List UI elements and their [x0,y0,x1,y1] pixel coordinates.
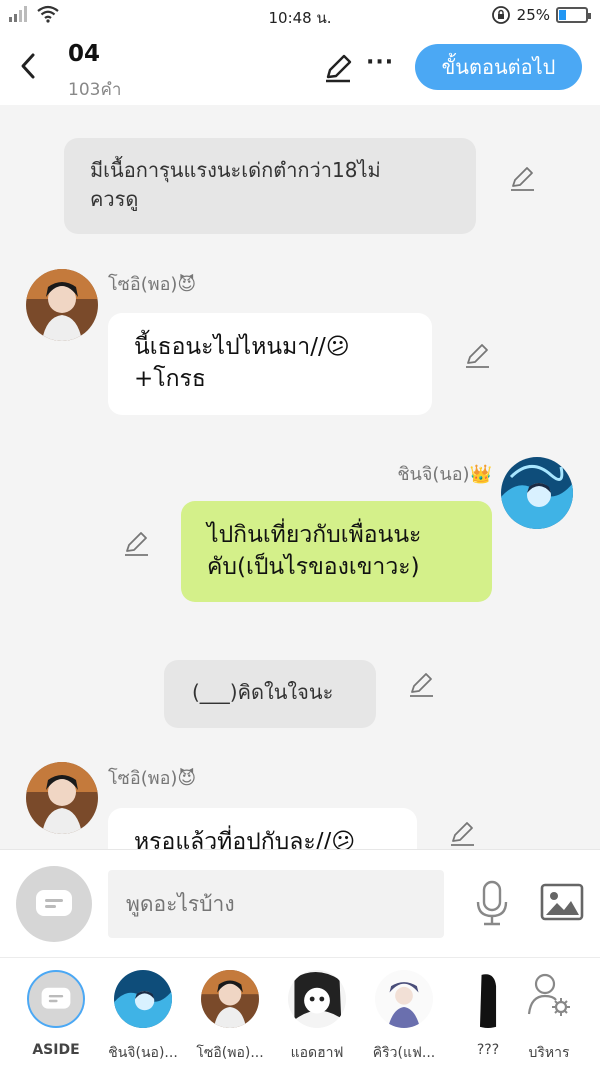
chat-bubble-icon [36,890,72,916]
battery-icon [556,7,591,23]
character-label: คิริว(แฟ... [372,1045,436,1061]
chat-area[interactable]: มีเนื้อการุนแรงนะเด่กตำกว่า18ไม่ ควรดู โ… [0,105,600,849]
edit-message-icon[interactable] [463,342,491,370]
character-shinji[interactable]: ชินจิ(นอ)... [103,970,183,1064]
narration-bubble[interactable]: มีเนื้อการุนแรงนะเด่กตำกว่า18ไม่ ควรดู [64,138,476,234]
sender-name: โซอิ(พอ)😈 [108,768,197,789]
character-label: โซอิ(พอ)... [196,1045,264,1061]
rotation-lock-icon [491,6,510,24]
message-line: +โกรธ [134,366,206,393]
edit-message-icon[interactable] [508,165,536,193]
message-line: หรอแล้วที่อปกับละ//😕 [134,829,356,849]
narration-line: ควรดู [90,187,139,211]
character-adhaf[interactable]: แอดฮาฟ [277,970,357,1064]
more-options-icon[interactable]: ··· [366,50,394,75]
edit-message-icon[interactable] [448,820,476,848]
manage-characters-button[interactable]: บริหาร [509,970,589,1064]
next-step-button[interactable]: ขั้นตอนต่อไป [415,44,582,90]
character-label: ชินจิ(นอ)... [108,1045,178,1061]
avatar-soi[interactable] [26,269,98,341]
character-avatar [375,970,433,1028]
status-bar: 10:48 น. 25% [0,0,600,30]
message-line: คับ(เป็นไรของเขาวะ) [207,554,420,581]
message-bubble-left[interactable]: หรอแล้วที่อปกับละ//😕 [108,808,417,849]
avatar-shinji[interactable] [501,457,573,529]
aside-toggle-button[interactable] [16,866,92,942]
aside-avatar [27,970,85,1028]
character-aside[interactable]: ASIDE [16,970,96,1058]
devil-emoji-icon: 😈 [177,274,197,295]
image-upload-icon[interactable] [540,882,584,922]
message-input[interactable] [108,870,444,938]
manage-icon-wrap [520,970,578,1028]
message-bubble-left[interactable]: นี้เธอนะไปไหนมา//😕 +โกรธ [108,313,432,415]
message-line: นี้เธอนะไปไหนมา//😕 [134,334,350,360]
edit-pencil-icon[interactable] [322,52,354,84]
sender-name: โซอิ(พอ)😈 [108,274,197,295]
chat-header: 04 103คำ ··· ขั้นตอนต่อไป [0,30,600,105]
character-label: บริหาร [528,1045,570,1061]
character-soi[interactable]: โซอิ(พอ)... [190,970,270,1064]
character-label: แอดฮาฟ [290,1045,344,1061]
battery-percent: 25% [516,6,550,24]
character-selector: ASIDE ชินจิ(นอ)... โซอิ(พอ)... แอดฮาฟ คิ… [0,957,600,1067]
user-settings-icon [527,973,570,1016]
avatar-soi-image [26,269,98,341]
character-label: ASIDE [32,1042,80,1058]
narration-bubble[interactable]: (___)คิดในใจนะ [164,660,376,728]
avatar-shinji-image [501,457,573,529]
edit-message-icon[interactable] [122,530,150,558]
avatar-soi-image [26,762,98,834]
narration-line: (___)คิดในใจนะ [192,680,334,704]
character-avatar [114,970,172,1028]
status-right: 25% [491,5,591,25]
sender-name: ชินจิ(นอ)👑 [397,464,492,485]
chat-bubble-icon [41,987,71,1009]
avatar-soi[interactable] [26,762,98,834]
character-kiriw[interactable]: คิริว(แฟ... [364,970,444,1064]
crown-emoji-icon: 👑 [469,464,492,485]
character-avatar [201,970,259,1028]
message-line: ไปกินเที่ยวกับเพื่อนนะ [207,522,422,548]
edit-message-icon[interactable] [407,671,435,699]
devil-emoji-icon: 😈 [177,768,197,789]
word-count: 103คำ [68,80,122,100]
microphone-icon[interactable] [473,880,511,926]
message-input-bar [0,849,600,957]
narration-line: มีเนื้อการุนแรงนะเด่กตำกว่า18ไม่ [90,158,381,182]
message-bubble-right[interactable]: ไปกินเที่ยวกับเพื่อนนะ คับ(เป็นไรของเขาว… [181,501,492,602]
episode-title: 04 [68,41,101,67]
character-avatar [288,970,346,1028]
back-arrow-icon[interactable] [14,48,44,84]
